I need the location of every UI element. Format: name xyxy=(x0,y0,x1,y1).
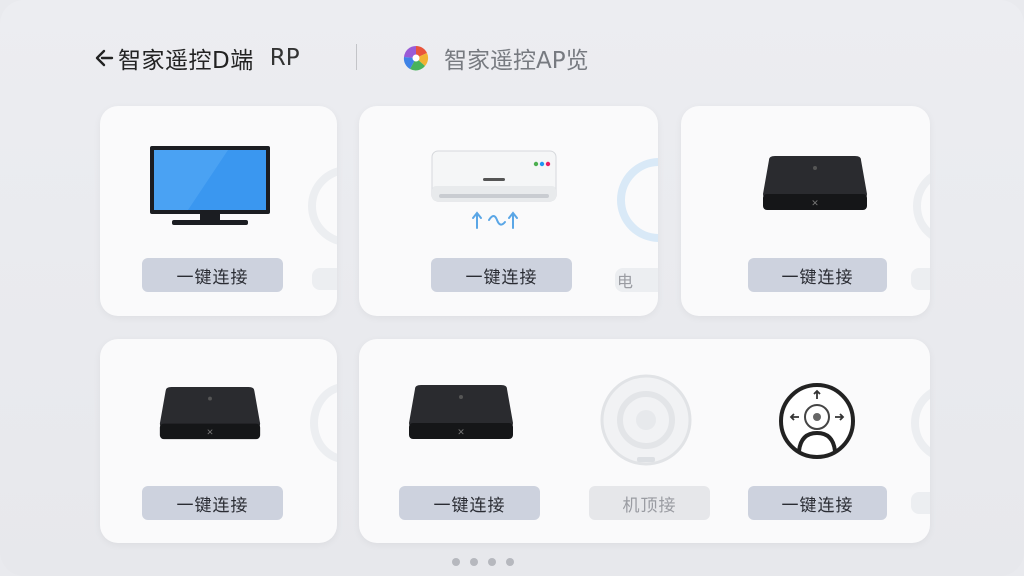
device-card-set-top-box[interactable]: ✕ 一键连接 xyxy=(100,339,337,543)
device-card-set-top-box[interactable]: ✕ 一键连接 xyxy=(681,106,930,316)
device-card-air-conditioner[interactable]: 一键连接 电 xyxy=(359,106,658,316)
page-dot[interactable] xyxy=(470,558,478,566)
header-divider xyxy=(356,44,357,70)
set-top-box-icon: ✕ xyxy=(409,385,513,439)
connect-button[interactable]: 一键连接 xyxy=(399,486,540,520)
peek-device-icon xyxy=(617,158,658,242)
connect-button[interactable]: 一键连接 xyxy=(748,486,887,520)
page-title-suffix: RP xyxy=(269,45,300,71)
peek-device-icon xyxy=(310,383,337,463)
set-top-box-icon: ✕ xyxy=(159,387,261,440)
peek-device-icon xyxy=(913,166,930,246)
header: 智家遥控D端 RP xyxy=(92,38,300,78)
page-indicator xyxy=(452,558,514,566)
peek-button: 电 xyxy=(615,268,658,292)
round-remote-icon xyxy=(600,374,692,466)
joystick-remote-icon xyxy=(779,383,855,459)
app-tab[interactable]: 智家遥控AP览 xyxy=(402,38,589,78)
peek-button xyxy=(911,492,930,514)
peek-device-icon xyxy=(911,383,930,463)
connect-button[interactable]: 一键连接 xyxy=(431,258,572,292)
connect-button-secondary[interactable]: 机顶接 xyxy=(589,486,710,520)
back-arrow-icon[interactable] xyxy=(92,43,118,73)
device-card-group[interactable]: ✕ 一键连接 机顶接 一键连接 xyxy=(359,339,930,543)
peek-device-icon xyxy=(308,166,337,246)
peek-button xyxy=(312,268,337,290)
svg-text:✕: ✕ xyxy=(206,428,213,438)
page-title: 智家遥控D端 xyxy=(118,48,254,74)
peek-button xyxy=(911,268,930,290)
page-dot[interactable] xyxy=(506,558,514,566)
connect-button[interactable]: 一键连接 xyxy=(142,486,283,520)
svg-text:✕: ✕ xyxy=(811,199,819,209)
peek-button-label: 电 xyxy=(617,272,634,291)
svg-text:✕: ✕ xyxy=(457,428,465,438)
connect-button[interactable]: 一键连接 xyxy=(142,258,283,292)
connect-button[interactable]: 一键连接 xyxy=(748,258,887,292)
tv-icon xyxy=(150,146,270,225)
app-logo-icon xyxy=(403,45,429,71)
device-card-tv[interactable]: 一键连接 xyxy=(100,106,337,316)
page-dot[interactable] xyxy=(488,558,496,566)
set-top-box-icon: ✕ xyxy=(763,156,867,210)
air-conditioner-icon xyxy=(431,150,557,229)
app-tab-label: 智家遥控AP览 xyxy=(444,48,589,74)
page-dot[interactable] xyxy=(452,558,460,566)
